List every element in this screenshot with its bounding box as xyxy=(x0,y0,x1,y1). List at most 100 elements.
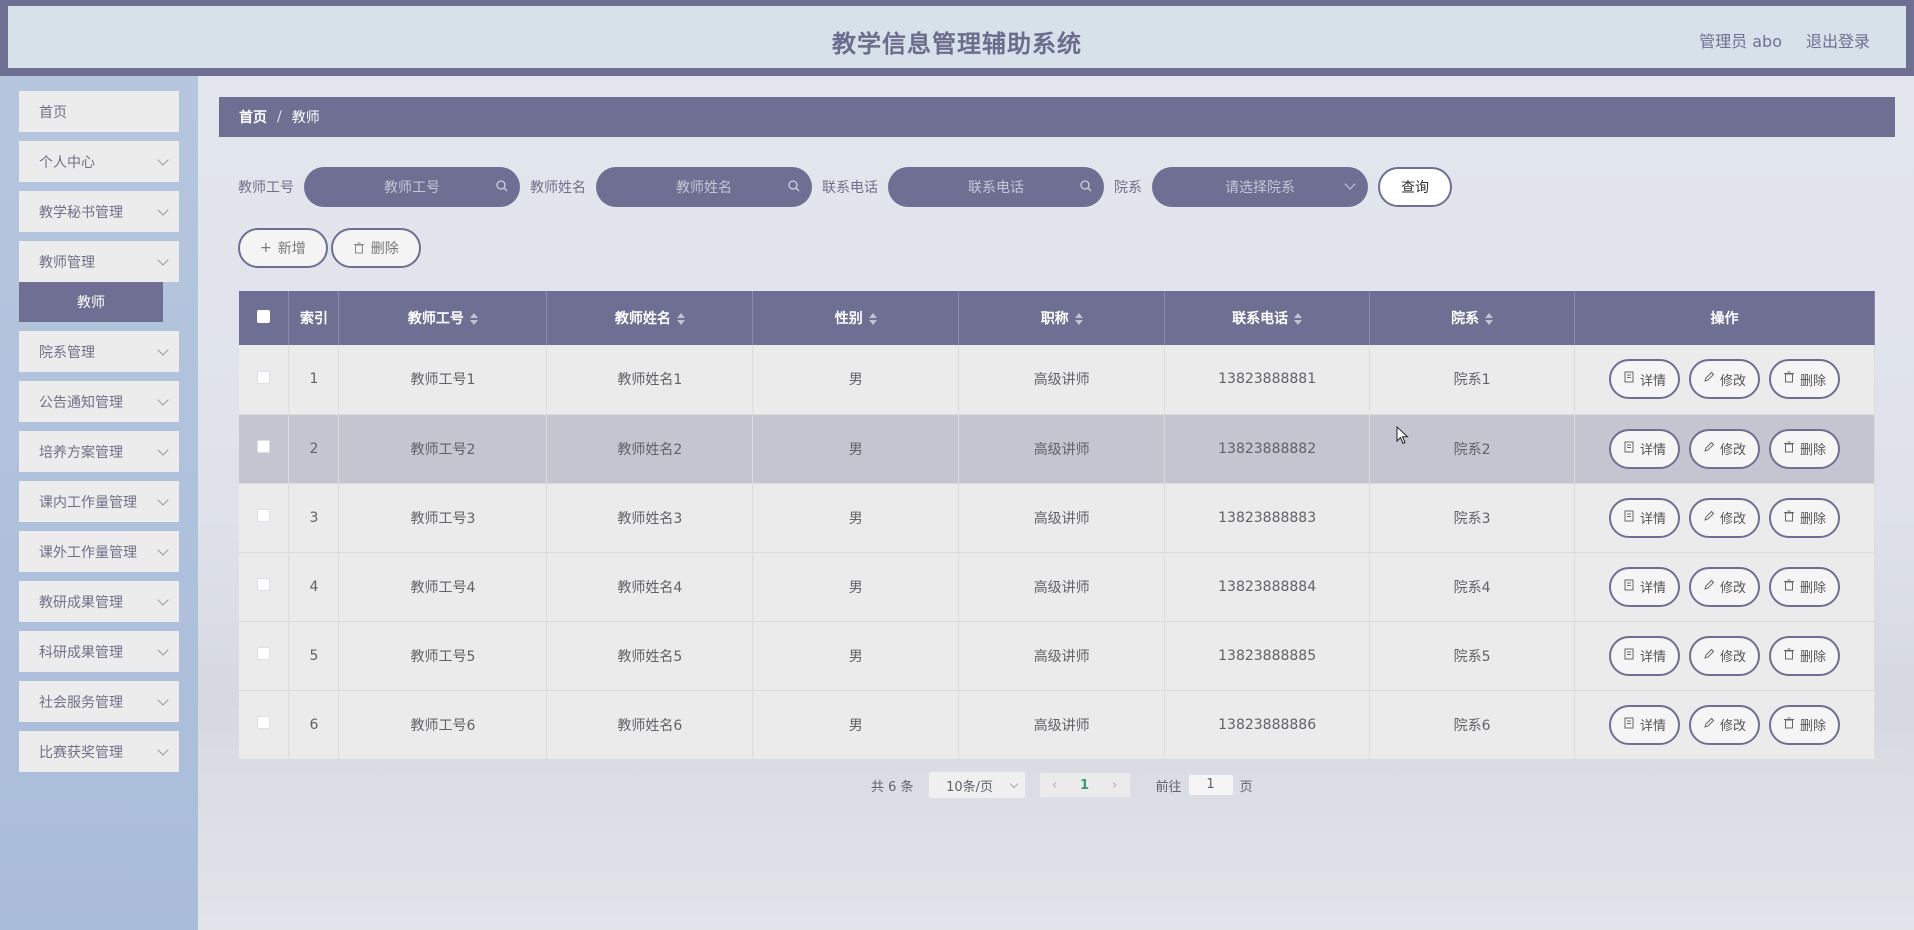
search-icon xyxy=(788,180,800,192)
cell-teacher-id: 教师工号1 xyxy=(338,345,548,415)
sidebar-item[interactable]: 院系管理 xyxy=(19,331,179,372)
goto-page-input[interactable]: 1 xyxy=(1187,774,1234,796)
sort-icon[interactable] xyxy=(1074,313,1083,325)
delete-label: 删除 xyxy=(1800,650,1827,665)
sort-icon[interactable] xyxy=(676,313,685,325)
cell-gender: 男 xyxy=(752,345,960,415)
chevron-down-icon xyxy=(157,393,169,406)
table-row[interactable]: 5 教师工号5 教师姓名5 男高级讲师 13823888885 院系5 详情 修改 删除 xyxy=(239,621,1875,691)
batch-delete-button[interactable]: 删除 xyxy=(330,228,421,268)
row-checkbox[interactable] xyxy=(257,370,271,384)
edit-button[interactable]: 修改 xyxy=(1689,704,1761,745)
cell-operations: 详情 修改 删除 xyxy=(1574,483,1875,553)
delete-button[interactable]: 删除 xyxy=(1769,566,1841,607)
sidebar-item[interactable]: 培养方案管理 xyxy=(19,431,179,472)
delete-button[interactable]: 删除 xyxy=(1769,428,1841,469)
row-checkbox[interactable] xyxy=(257,509,271,522)
sidebar-item-label: 教师管理 xyxy=(39,254,95,271)
sort-icon[interactable] xyxy=(1485,313,1494,325)
table-row[interactable]: 4 教师工号4 教师姓名4 男高级讲师 13823888884 院系4 详情 修改 删除 xyxy=(239,552,1875,622)
cell-teacher-name: 教师姓名3 xyxy=(546,483,754,553)
detail-button[interactable]: 详情 xyxy=(1608,566,1680,607)
detail-label: 详情 xyxy=(1639,512,1666,527)
plus-icon: + xyxy=(260,240,272,256)
edit-label: 修改 xyxy=(1720,719,1747,734)
sidebar-item[interactable]: 教研成果管理 xyxy=(19,581,179,622)
cell-title: 高级讲师 xyxy=(958,690,1166,760)
sidebar-subitem-teacher[interactable]: 教师 xyxy=(19,282,163,322)
row-checkbox[interactable] xyxy=(257,578,271,591)
row-checkbox[interactable] xyxy=(257,647,271,660)
chevron-down-icon xyxy=(157,593,169,606)
sidebar-item[interactable]: 首页 xyxy=(19,91,179,132)
detail-label: 详情 xyxy=(1639,719,1666,734)
table-row[interactable]: 6 教师工号6 教师姓名6 男高级讲师 13823888886 院系6 详情 修改 删除 xyxy=(239,690,1875,760)
table-row[interactable]: 3 教师工号3 教师姓名3 男高级讲师 13823888883 院系3 详情 修改 删除 xyxy=(239,483,1875,553)
sidebar-item[interactable]: 课内工作量管理 xyxy=(19,481,179,522)
table-row[interactable]: 2 教师工号2 教师姓名2 男高级讲师 13823888882 院系2 详情 修改 删除 xyxy=(239,414,1875,484)
teacher-name-input[interactable]: 教师姓名 xyxy=(596,167,812,207)
column-header-department[interactable]: 院系 xyxy=(1369,291,1576,345)
detail-button[interactable]: 详情 xyxy=(1608,635,1680,676)
sidebar-item[interactable]: 社会服务管理 xyxy=(19,681,179,722)
department-select[interactable]: 请选择院系 xyxy=(1152,167,1368,207)
row-checkbox[interactable] xyxy=(257,440,271,453)
sidebar-item[interactable]: 公告通知管理 xyxy=(19,381,179,422)
chevron-down-icon xyxy=(1344,178,1356,190)
cell-teacher-name: 教师姓名4 xyxy=(546,552,754,622)
sidebar-item[interactable]: 教师管理 xyxy=(19,241,179,282)
pencil-icon xyxy=(1703,441,1715,457)
page-number[interactable]: 1 xyxy=(1070,778,1100,793)
edit-button[interactable]: 修改 xyxy=(1689,497,1761,538)
row-checkbox[interactable] xyxy=(257,716,271,729)
sidebar-item[interactable]: 教学秘书管理 xyxy=(19,191,179,232)
sidebar-item[interactable]: 科研成果管理 xyxy=(19,631,179,672)
delete-button[interactable]: 删除 xyxy=(1769,635,1841,676)
column-header-gender[interactable]: 性别 xyxy=(752,291,960,345)
phone-input[interactable]: 联系电话 xyxy=(888,167,1104,207)
sidebar-item[interactable]: 比赛获奖管理 xyxy=(19,731,179,772)
edit-button[interactable]: 修改 xyxy=(1689,635,1761,676)
delete-button[interactable]: 删除 xyxy=(1769,359,1841,400)
chevron-down-icon xyxy=(157,343,169,356)
table-row[interactable]: 1 教师工号1 教师姓名1 男高级讲师 13823888881 院系1 详情 修改 删除 xyxy=(239,345,1875,415)
column-header-title[interactable]: 职称 xyxy=(958,291,1166,345)
detail-button[interactable]: 详情 xyxy=(1608,497,1680,538)
detail-button[interactable]: 详情 xyxy=(1608,428,1680,469)
edit-button[interactable]: 修改 xyxy=(1689,566,1761,607)
column-header-teacher-id[interactable]: 教师工号 xyxy=(338,291,548,345)
column-header-phone[interactable]: 联系电话 xyxy=(1164,291,1371,345)
detail-button[interactable]: 详情 xyxy=(1608,359,1680,400)
sort-icon[interactable] xyxy=(1294,313,1303,325)
delete-button[interactable]: 删除 xyxy=(1769,497,1841,538)
edit-button[interactable]: 修改 xyxy=(1689,359,1761,400)
breadcrumb-home[interactable]: 首页 xyxy=(239,107,267,127)
delete-button[interactable]: 删除 xyxy=(1769,704,1841,745)
teacher-name-placeholder: 教师姓名 xyxy=(676,180,732,196)
edit-button[interactable]: 修改 xyxy=(1689,428,1761,469)
chevron-down-icon xyxy=(157,493,169,506)
detail-button[interactable]: 详情 xyxy=(1608,704,1680,745)
query-button[interactable]: 查询 xyxy=(1378,167,1452,207)
teacher-id-input[interactable]: 教师工号 xyxy=(304,167,520,207)
delete-label: 删除 xyxy=(1800,373,1827,389)
row-select-cell xyxy=(239,690,290,760)
sidebar-item[interactable]: 个人中心 xyxy=(19,141,179,182)
sort-icon[interactable] xyxy=(868,313,877,325)
phone-label: 联系电话 xyxy=(822,180,878,196)
cell-department: 院系4 xyxy=(1369,552,1576,622)
next-page-icon[interactable]: › xyxy=(1100,778,1130,793)
prev-page-icon[interactable]: ‹ xyxy=(1040,778,1070,793)
select-all-checkbox[interactable] xyxy=(257,309,271,323)
header-label: 索引 xyxy=(299,311,328,327)
page-size-select[interactable]: 10条/页 xyxy=(927,771,1026,799)
sort-icon[interactable] xyxy=(469,313,478,325)
sidebar-item[interactable]: 课外工作量管理 xyxy=(19,531,179,572)
add-button[interactable]: + 新增 xyxy=(238,228,328,268)
column-header-teacher-name[interactable]: 教师姓名 xyxy=(546,291,754,345)
cell-operations: 详情 修改 删除 xyxy=(1574,690,1875,760)
pager: ‹ 1 › xyxy=(1039,773,1130,797)
edit-label: 修改 xyxy=(1720,373,1747,389)
logout-link[interactable]: 退出登录 xyxy=(1806,28,1870,52)
chevron-down-icon xyxy=(157,153,169,166)
